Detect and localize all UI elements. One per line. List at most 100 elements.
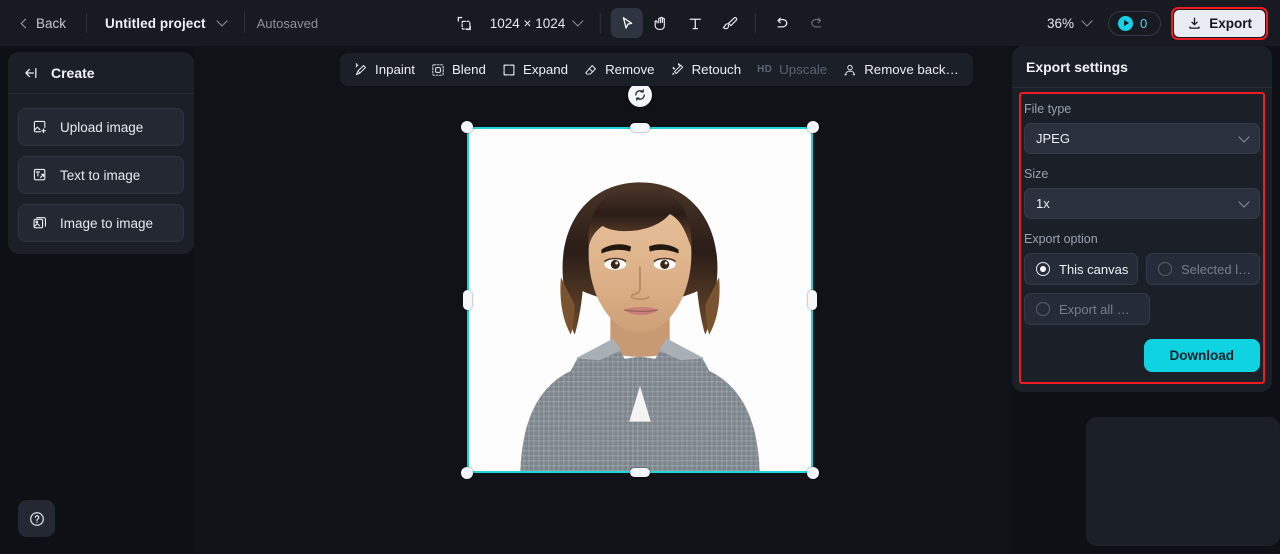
rotate-icon — [635, 89, 645, 101]
resize-handle-top-right[interactable] — [807, 121, 819, 133]
file-type-value: JPEG — [1036, 131, 1070, 146]
collapse-panel-icon — [25, 67, 37, 78]
divider — [600, 13, 602, 33]
export-option-selected-layer[interactable]: Selected l… — [1146, 253, 1260, 285]
undo-button[interactable] — [766, 8, 798, 38]
file-type-select[interactable]: JPEG — [1024, 123, 1260, 154]
autosave-status: Autosaved — [256, 15, 319, 31]
toolbar-item-upscale[interactable]: HD Upscale — [749, 57, 835, 82]
sidebar-items: Upload image Text to image Image to imag… — [8, 94, 194, 242]
toolbar-item-label: Expand — [522, 62, 569, 77]
toolbar-item-retouch[interactable]: Retouch — [663, 57, 750, 82]
export-option-export-all[interactable]: Export all … — [1024, 293, 1150, 325]
canvas-size-dropdown[interactable]: 1024 × 1024 — [482, 11, 590, 36]
export-panel-title: Export settings — [1026, 58, 1128, 75]
export-option-row-1: This canvas Selected l… — [1024, 253, 1260, 285]
export-panel-body: File type JPEG Size 1x Export option Thi… — [1012, 88, 1272, 384]
toolbar-item-blend[interactable]: Blend — [423, 57, 494, 82]
chevron-down-icon — [215, 15, 228, 27]
remove-icon — [585, 64, 597, 75]
toolbar-item-remove[interactable]: Remove — [576, 57, 663, 82]
export-button[interactable]: Export — [1174, 9, 1265, 37]
upload-image-icon — [33, 120, 46, 134]
divider — [755, 13, 757, 33]
hand-tool[interactable] — [645, 8, 677, 38]
export-label: Export — [1209, 15, 1252, 31]
chevron-down-icon — [1238, 195, 1250, 208]
export-option-this-canvas[interactable]: This canvas — [1024, 253, 1138, 285]
canvas-area[interactable] — [194, 46, 1012, 554]
download-icon — [1189, 17, 1200, 29]
sidebar-item-text-to-image[interactable]: Text to image — [18, 156, 184, 194]
toolbar-item-label: Remove — [605, 62, 655, 77]
brush-tool[interactable] — [713, 8, 745, 38]
resize-handle-bottom-left[interactable] — [461, 467, 473, 479]
image-edit-toolbar: Inpaint Blend Expand Remove Retouch HD U… — [340, 53, 973, 86]
radio-unselected-icon — [1036, 302, 1050, 316]
sidebar-item-label: Image to image — [60, 215, 154, 231]
canvas-size-value: 1024 × 1024 — [489, 15, 566, 31]
chevron-left-icon — [20, 18, 31, 28]
sidebar-item-upload-image[interactable]: Upload image — [18, 108, 184, 146]
resize-handle-bottom-right[interactable] — [807, 467, 819, 479]
radio-unselected-icon — [1158, 262, 1172, 276]
back-label: Back — [36, 15, 67, 31]
text-tool[interactable] — [679, 8, 711, 38]
rotate-handle[interactable] — [628, 83, 652, 107]
resize-handle-top[interactable] — [630, 123, 650, 132]
credits-badge[interactable]: 0 — [1108, 10, 1162, 36]
resize-handle-right[interactable] — [808, 290, 817, 310]
retouch-icon — [671, 62, 683, 75]
canvas-selection[interactable] — [461, 83, 819, 479]
remove-background-icon — [844, 64, 856, 75]
divider — [243, 13, 245, 33]
toolbar-item-expand[interactable]: Expand — [494, 57, 576, 82]
redo-button[interactable] — [800, 8, 832, 38]
project-name-dropdown[interactable]: Untitled project — [99, 12, 232, 35]
resize-handle-top-left[interactable] — [461, 121, 473, 133]
resize-handle-bottom[interactable] — [630, 468, 650, 477]
chevron-down-icon — [1081, 15, 1093, 27]
canvas-image[interactable] — [469, 129, 811, 471]
zoom-level: 36% — [1046, 15, 1074, 31]
project-name: Untitled project — [105, 15, 206, 31]
secondary-panel[interactable] — [1086, 417, 1280, 546]
chevron-down-icon — [572, 15, 584, 27]
top-bar-right: 36% 0 Export — [1040, 0, 1268, 46]
hd-badge: HD — [757, 64, 773, 75]
toolbar-item-remove-background[interactable]: Remove back… — [835, 57, 967, 82]
sidebar-item-label: Upload image — [60, 119, 144, 135]
sidebar-collapse-header[interactable]: Create — [8, 52, 194, 94]
zoom-dropdown[interactable]: 36% — [1040, 11, 1098, 36]
export-option-label: Export option — [1024, 232, 1098, 246]
export-option-label: Export all … — [1059, 301, 1130, 317]
chevron-down-icon — [1238, 130, 1250, 143]
text-to-image-icon — [33, 168, 46, 181]
divider — [86, 13, 88, 33]
toolbar-item-label: Blend — [451, 62, 486, 77]
credit-coin-icon — [1118, 15, 1133, 31]
size-label: Size — [1024, 167, 1049, 181]
toolbar-item-label: Inpaint — [375, 62, 415, 77]
export-option-row-2: Export all … — [1024, 293, 1260, 325]
create-sidebar: Create Upload image Text to image Image … — [8, 52, 194, 254]
sidebar-item-label: Text to image — [60, 167, 141, 183]
resize-canvas-icon[interactable] — [448, 8, 480, 38]
inpaint-icon — [355, 62, 366, 75]
toolbar-item-inpaint[interactable]: Inpaint — [346, 57, 423, 82]
back-button[interactable]: Back — [14, 11, 74, 36]
blend-icon — [432, 63, 444, 76]
sidebar-title: Create — [51, 64, 95, 81]
resize-handle-left[interactable] — [463, 290, 472, 310]
download-button[interactable]: Download — [1143, 339, 1260, 372]
help-button[interactable] — [18, 500, 55, 537]
toolbar-item-label: Retouch — [691, 62, 742, 77]
top-bar-left: Back Untitled project Autosaved — [0, 0, 318, 46]
export-panel-header: Export settings — [1012, 46, 1272, 88]
select-tool[interactable] — [611, 8, 644, 38]
sidebar-item-image-to-image[interactable]: Image to image — [18, 204, 184, 242]
size-select[interactable]: 1x — [1024, 188, 1260, 219]
export-option-label: Selected l… — [1181, 261, 1252, 277]
toolbar-item-label: Remove back… — [864, 62, 959, 77]
